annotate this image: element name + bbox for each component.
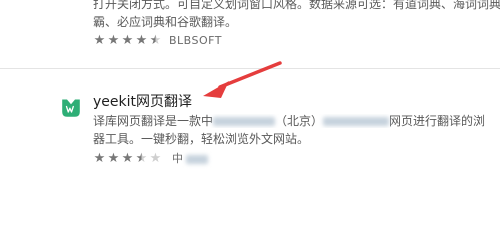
- half-star-icon: ★: [149, 33, 162, 48]
- rating-row: ★ ★ ★ ★ ★ 中: [93, 150, 208, 166]
- extension-card-previous[interactable]: 打开关闭方式。可自定义划词窗口风格。数据来源可选：有道词典、海词词典、金山词 霸…: [0, 0, 500, 68]
- yeekit-logo-icon: [62, 99, 80, 117]
- redacted-text: [213, 117, 276, 126]
- rating-row: ★ ★ ★ ★ ★ BLBSOFT: [93, 34, 222, 47]
- star-rating: ★ ★ ★ ★ ★: [93, 152, 162, 165]
- star-rating: ★ ★ ★ ★ ★: [93, 34, 162, 47]
- extension-name[interactable]: yeekit网页翻译: [93, 94, 192, 110]
- description-text: 网页进行翻译的浏: [389, 114, 486, 128]
- description-text: 译库网页翻译是一款中: [93, 114, 214, 128]
- redacted-text: [185, 154, 208, 164]
- description-text: （北京）: [275, 114, 324, 128]
- extension-list: 打开关闭方式。可自定义划词窗口风格。数据来源可选：有道词典、海词词典、金山词 霸…: [0, 0, 500, 202]
- extension-description-line-2: 器工具。一键秒翻，轻松浏览外文网站。: [93, 132, 310, 146]
- redacted-text: [323, 117, 390, 126]
- star-icon: ★: [107, 33, 120, 48]
- extension-description-line-1: 打开关闭方式。可自定义划词窗口风格。数据来源可选：有道词典、海词词典、金山词: [93, 0, 500, 11]
- star-icon: ★: [135, 33, 148, 48]
- developer-name: BLBSOFT: [169, 34, 223, 47]
- empty-star-icon: ★: [149, 150, 162, 166]
- extension-description-line-1: 译库网页翻译是一款中 （北京） 网页进行翻译的浏: [93, 114, 500, 128]
- half-star-icon: ★: [135, 150, 148, 166]
- star-icon: ★: [121, 150, 134, 166]
- card-divider: [0, 68, 500, 69]
- extension-description-line-2: 霸、必应词典和谷歌翻译。: [93, 15, 238, 29]
- star-icon: ★: [107, 150, 120, 166]
- star-icon: ★: [93, 33, 106, 48]
- star-icon: ★: [121, 33, 134, 48]
- developer-name: 中: [172, 150, 208, 166]
- star-icon: ★: [93, 150, 106, 166]
